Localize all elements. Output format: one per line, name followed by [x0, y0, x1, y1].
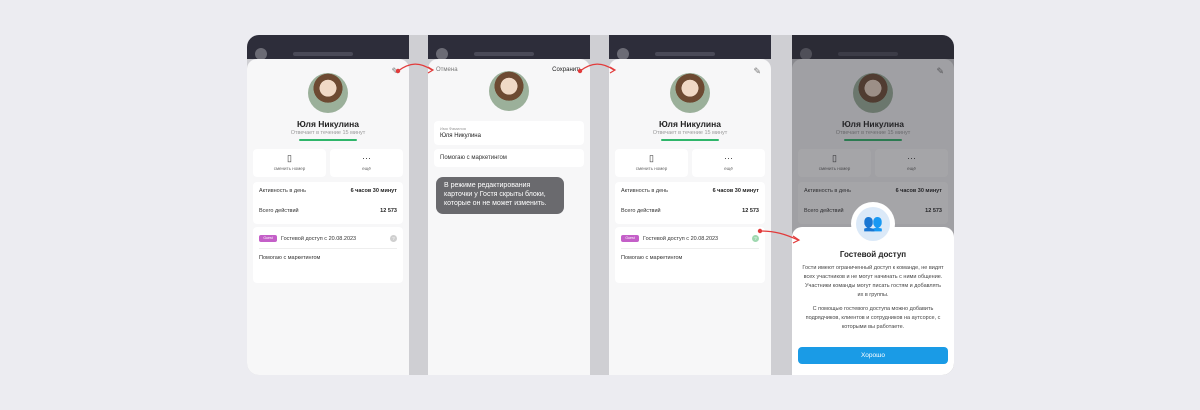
action-label: ещё [362, 166, 371, 171]
edit-sheet: Отмена Сохранить Имя Фамилия Юля Никулин… [428, 59, 590, 375]
profile-sheet: ✎ Юля Никулина Отвечает в течение 15 мин… [609, 59, 771, 375]
phone-icon: ▯ [287, 153, 292, 163]
guest-access-text: Гостевой доступ с 20.08.2023 [281, 236, 357, 242]
phone-icon: ▯ [649, 153, 654, 163]
hint-tooltip: В режиме редактирования карточки у Гостя… [436, 177, 564, 214]
chat-background [609, 35, 771, 60]
profile-name: Юля Никулина [297, 119, 359, 129]
action-row: ▯ сменить номер ··· ещё [253, 149, 403, 177]
modal-title: Гостевой доступ [839, 250, 907, 259]
panel-profile: ✎ Юля Никулина Отвечает в течение 15 мин… [247, 35, 409, 375]
save-button[interactable]: Сохранить [552, 67, 582, 73]
panel-edit: Отмена Сохранить Имя Фамилия Юля Никулин… [428, 35, 590, 375]
field-value: Юля Никулина [440, 133, 481, 139]
guest-description: Помогаю с маркетингом [259, 255, 321, 261]
guest-badge: Guest [621, 235, 639, 242]
guest-access-text: Гостевой доступ с 20.08.2023 [643, 236, 719, 242]
online-indicator [661, 139, 719, 141]
profile-sheet: ✎ Юля Никулина Отвечает в течение 15 мин… [247, 59, 409, 375]
online-indicator [299, 139, 357, 141]
more-icon: ··· [362, 153, 371, 163]
more-icon: ··· [724, 153, 733, 163]
info-icon[interactable]: ? [390, 235, 397, 242]
panel-guest-modal: ✎ Юля Никулина Отвечает в течение 15 мин… [792, 35, 954, 375]
panel-profile-saved: ✎ Юля Никулина Отвечает в течение 15 мин… [609, 35, 771, 375]
flow-frame: ✎ Юля Никулина Отвечает в течение 15 мин… [247, 35, 954, 375]
guest-description: Помогаю с маркетингом [621, 255, 683, 261]
action-label: сменить номер [635, 166, 668, 171]
info-icon[interactable]: ? [752, 235, 759, 242]
guest-users-icon: 👥 [851, 202, 895, 246]
chat-background [428, 35, 590, 60]
ok-button[interactable]: Хорошо [798, 347, 948, 364]
guest-badge: Guest [259, 235, 277, 242]
change-number-button[interactable]: ▯ сменить номер [253, 149, 326, 177]
field-value: Помогаю с маркетингом [440, 155, 507, 161]
name-field[interactable]: Имя Фамилия Юля Никулина [434, 121, 584, 145]
description-field[interactable]: Помогаю с маркетингом [434, 149, 584, 167]
stat-value: 12 573 [742, 208, 759, 214]
field-label: Имя Фамилия [440, 126, 466, 131]
guest-card: Guest Гостевой доступ с 20.08.2023 ? Пом… [615, 227, 765, 283]
profile-status: Отвечает в течение 15 минут [290, 130, 366, 136]
modal-text-secondary: С помощью гостевого доступа можно добави… [805, 306, 941, 330]
stat-value: 6 часов 30 минут [350, 188, 397, 194]
more-button[interactable]: ··· ещё [330, 149, 403, 177]
avatar [308, 73, 348, 113]
action-label: ещё [724, 166, 733, 171]
stat-label: Активность в день [259, 188, 307, 194]
guest-card: Guest Гостевой доступ с 20.08.2023 ? Пом… [253, 227, 403, 283]
action-row: ▯ сменить номер ··· ещё [615, 149, 765, 177]
pencil-icon[interactable]: ✎ [753, 66, 761, 77]
stat-label: Всего действий [621, 208, 661, 214]
avatar [670, 73, 710, 113]
profile-status: Отвечает в течение 15 минут [652, 130, 728, 136]
change-number-button[interactable]: ▯ сменить номер [615, 149, 688, 177]
pencil-icon[interactable]: ✎ [391, 66, 399, 77]
stat-label: Всего действий [259, 208, 299, 214]
guest-access-modal: Гостевой доступ Гости имеют ограниченный… [792, 227, 954, 375]
chat-background [247, 35, 409, 60]
avatar[interactable] [489, 71, 529, 111]
profile-name: Юля Никулина [659, 119, 721, 129]
stat-label: Активность в день [621, 188, 669, 194]
more-button[interactable]: ··· ещё [692, 149, 765, 177]
stats-card: Активность в день 6 часов 30 минут Всего … [253, 182, 403, 224]
modal-text: Гости имеют ограниченный доступ к команд… [802, 265, 944, 298]
cancel-button[interactable]: Отмена [436, 67, 458, 73]
stat-value: 12 573 [380, 208, 397, 214]
stat-value: 6 часов 30 минут [712, 188, 759, 194]
action-label: сменить номер [273, 166, 306, 171]
stats-card: Активность в день 6 часов 30 минут Всего … [615, 182, 765, 224]
